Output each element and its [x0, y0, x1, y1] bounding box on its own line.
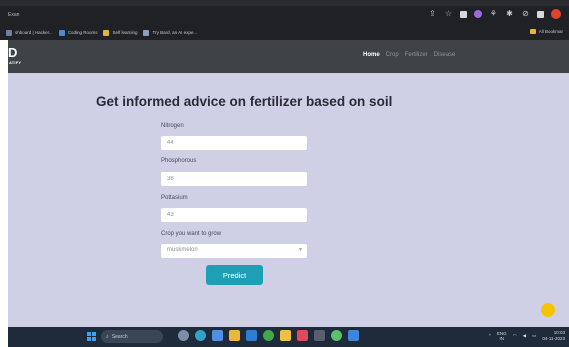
star-icon[interactable]: ☆ [444, 10, 453, 19]
title-bar [0, 0, 569, 6]
chrome-browser-icon[interactable] [263, 330, 274, 341]
vscode-app-icon[interactable] [246, 330, 257, 341]
bookmark-icon [103, 29, 110, 36]
nav-disease[interactable]: Disease [434, 52, 456, 58]
wifi-icon[interactable]: ◠ [513, 333, 517, 339]
file-explorer-icon[interactable] [229, 330, 240, 341]
tab-title[interactable]: Exan [8, 12, 19, 18]
taskbar-search-label: Search [111, 333, 128, 340]
chat-widget-icon[interactable] [541, 303, 555, 317]
nitrogen-input[interactable] [161, 136, 307, 150]
bookmark-hacker[interactable]: shboard | Hacker... [6, 29, 53, 36]
share-icon[interactable]: ⇪ [428, 10, 437, 19]
shield-app-icon[interactable] [297, 330, 308, 341]
bookmark-icon [6, 29, 12, 36]
bookmark-label: Self learning [112, 30, 138, 35]
lang-top: ENG [496, 330, 507, 336]
nav-links: Home Crop Fertilizer Disease [363, 52, 455, 58]
taskbar-apps [178, 330, 359, 341]
logo-text: ATIFY [9, 60, 22, 65]
bookmark-label: shboard | Hacker... [15, 30, 53, 35]
photos-app-icon[interactable] [178, 330, 189, 341]
windows-taskbar: ⌕ Search ^ ENG IN ◠ ◀ ▭ 10:03 04-11-2023 [8, 327, 569, 347]
clock[interactable]: 10:03 04-11-2023 [542, 330, 565, 341]
folder-icon [529, 29, 536, 34]
crop-select-value: muskmelon [167, 247, 198, 253]
all-bookmarks-label: All Bookmar [538, 29, 563, 34]
profile-avatar[interactable] [551, 9, 561, 19]
downloads-icon[interactable]: ⊘ [521, 10, 530, 19]
store-app-icon[interactable] [348, 330, 359, 341]
extension-circle-icon[interactable] [474, 10, 482, 18]
folder-app-icon[interactable] [280, 330, 291, 341]
site-navbar: D ATIFY Home Crop Fertilizer Disease [8, 40, 569, 73]
clock-date: 04-11-2023 [542, 335, 565, 341]
edge-browser-icon[interactable] [195, 330, 206, 341]
logo-mark: D [8, 45, 18, 60]
phosphorous-label: Phosphorous [161, 158, 197, 164]
bookmark-label: Coding Rooms [67, 30, 98, 35]
bookmark-label: Try Bard, an AI expe... [152, 30, 198, 35]
lang-bottom: IN [499, 335, 505, 341]
search-icon: ⌕ [106, 333, 109, 340]
battery-icon[interactable]: ▭ [532, 333, 536, 339]
nav-fertilizer[interactable]: Fertilizer [405, 52, 428, 58]
browser-chrome: Exan ⇪ ☆ ⚘ ✱ ⊘ shboard | Hacker... Codin… [0, 0, 569, 40]
site-logo[interactable]: D ATIFY [8, 46, 30, 67]
copilot-app-icon[interactable] [331, 330, 342, 341]
nav-crop[interactable]: Crop [386, 52, 399, 58]
pin-icon[interactable]: ✱ [505, 10, 514, 19]
extension-square-icon[interactable] [460, 10, 467, 18]
bookmarks-bar: shboard | Hacker... Coding Rooms Self le… [0, 26, 569, 39]
volume-icon[interactable]: ◀ [523, 333, 526, 339]
bookmark-icon [58, 29, 65, 36]
pottasium-label: Pottasium [161, 195, 188, 201]
sidebar-icon[interactable] [537, 10, 544, 18]
windows-start-icon[interactable] [87, 332, 96, 341]
browser-toolbar: ⇪ ☆ ⚘ ✱ ⊘ [428, 9, 561, 19]
pottasium-input[interactable] [161, 208, 307, 222]
crop-label: Crop you want to grow [161, 231, 222, 237]
bookmark-self-learning[interactable]: Self learning [103, 29, 138, 36]
chevron-up-icon[interactable]: ^ [489, 333, 491, 338]
taskbar-search[interactable]: ⌕ Search [101, 330, 163, 343]
crop-select[interactable]: muskmelon ▼ [161, 244, 307, 258]
bookmark-icon [143, 29, 150, 36]
main-content: Get informed advice on fertilizer based … [8, 73, 569, 327]
puzzle-icon[interactable]: ⚘ [489, 10, 498, 19]
nitrogen-label: Nitrogen [161, 123, 184, 129]
chevron-down-icon: ▼ [298, 247, 303, 253]
bookmark-coding-rooms[interactable]: Coding Rooms [58, 29, 98, 36]
terminal-app-icon[interactable] [314, 330, 325, 341]
page-title: Get informed advice on fertilizer based … [96, 94, 393, 109]
system-tray: ^ ENG IN ◠ ◀ ▭ 10:03 04-11-2023 [489, 330, 565, 341]
phosphorous-input[interactable] [161, 172, 307, 186]
all-bookmarks[interactable]: All Bookmar [529, 29, 563, 34]
nav-home[interactable]: Home [363, 52, 380, 58]
bookmark-bard[interactable]: Try Bard, an AI expe... [143, 29, 198, 36]
language-indicator[interactable]: ENG IN [497, 331, 507, 341]
mail-app-icon[interactable] [212, 330, 223, 341]
predict-button[interactable]: Predict [206, 265, 263, 285]
